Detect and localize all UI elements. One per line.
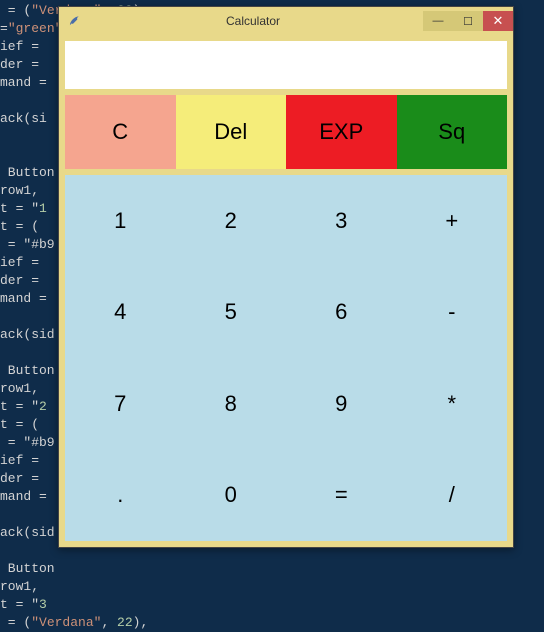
divide-button[interactable]: / xyxy=(397,450,508,542)
multiply-button[interactable]: * xyxy=(397,358,508,450)
window-controls: — ☐ ✕ xyxy=(423,11,513,31)
digit-4-button[interactable]: 4 xyxy=(65,267,176,359)
square-button[interactable]: Sq xyxy=(397,95,508,169)
app-feather-icon xyxy=(67,13,83,29)
maximize-button[interactable]: ☐ xyxy=(453,11,483,31)
calculator-display xyxy=(65,41,507,89)
digit-3-button[interactable]: 3 xyxy=(286,175,397,267)
function-row: C Del EXP Sq xyxy=(65,95,507,169)
digit-1-button[interactable]: 1 xyxy=(65,175,176,267)
digit-6-button[interactable]: 6 xyxy=(286,267,397,359)
minimize-button[interactable]: — xyxy=(423,11,453,31)
digit-7-button[interactable]: 7 xyxy=(65,358,176,450)
digit-9-button[interactable]: 9 xyxy=(286,358,397,450)
close-button[interactable]: ✕ xyxy=(483,11,513,31)
decimal-button[interactable]: . xyxy=(65,450,176,542)
clear-button[interactable]: C xyxy=(65,95,176,169)
window-title: Calculator xyxy=(83,14,423,28)
equals-button[interactable]: = xyxy=(286,450,397,542)
digit-8-button[interactable]: 8 xyxy=(176,358,287,450)
digit-5-button[interactable]: 5 xyxy=(176,267,287,359)
delete-button[interactable]: Del xyxy=(176,95,287,169)
titlebar[interactable]: Calculator — ☐ ✕ xyxy=(59,7,513,35)
exp-button[interactable]: EXP xyxy=(286,95,397,169)
plus-button[interactable]: + xyxy=(397,175,508,267)
calculator-body: C Del EXP Sq 1 2 3 + 4 5 6 - 7 8 9 * . 0… xyxy=(59,35,513,547)
calculator-window: Calculator — ☐ ✕ C Del EXP Sq 1 2 3 + 4 … xyxy=(58,6,514,548)
digit-0-button[interactable]: 0 xyxy=(176,450,287,542)
digit-2-button[interactable]: 2 xyxy=(176,175,287,267)
number-grid: 1 2 3 + 4 5 6 - 7 8 9 * . 0 = / xyxy=(65,175,507,541)
minus-button[interactable]: - xyxy=(397,267,508,359)
